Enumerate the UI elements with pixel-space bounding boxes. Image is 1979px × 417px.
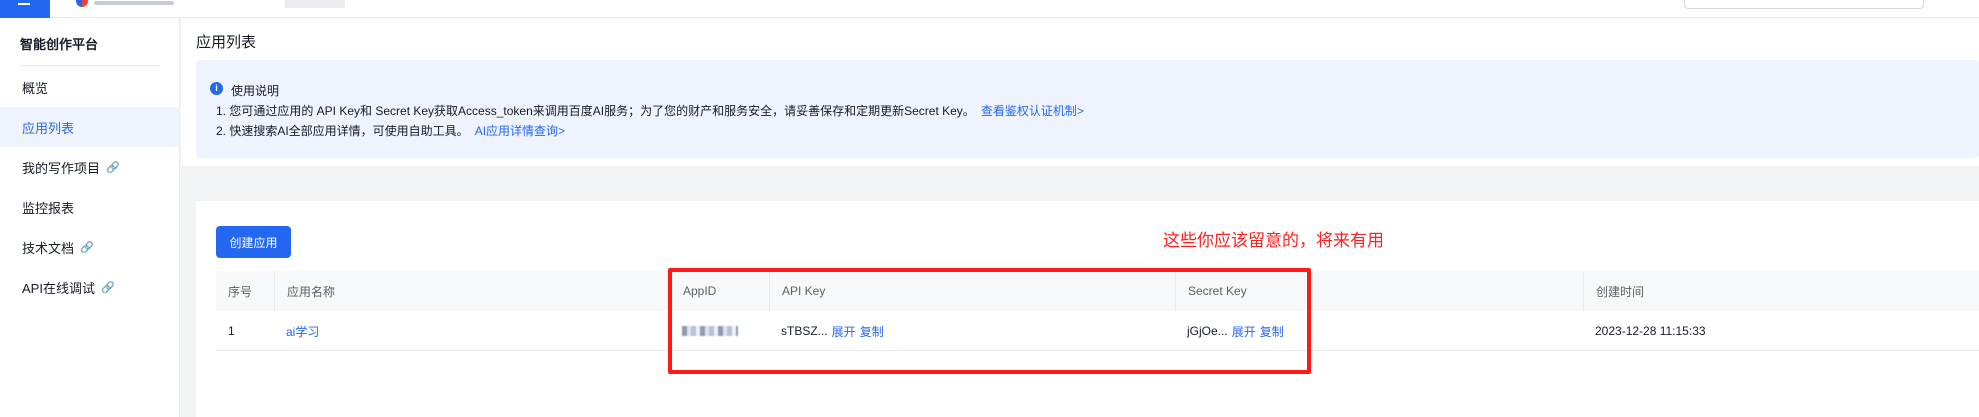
sidebar-item-label: 我的写作项目 <box>22 160 101 176</box>
logo-text <box>94 1 174 5</box>
annotation-text: 这些你应该留意的，将来有用 <box>1163 231 1384 251</box>
annotation-highlight-box <box>668 268 1311 374</box>
sidebar-item-api-debug[interactable]: API在线调试 🔗 <box>0 267 180 307</box>
sidebar-item-label: 概览 <box>22 80 49 96</box>
divider <box>20 65 160 66</box>
sidebar-item-label: 监控报表 <box>22 200 75 216</box>
sidebar-item-writing-projects[interactable]: 我的写作项目 🔗 <box>0 147 180 187</box>
sidebar-item-monitoring[interactable]: 监控报表 <box>0 187 180 227</box>
notice-text: 2. 快速搜索AI全部应用详情，可使用自助工具。 <box>216 124 469 138</box>
column-header: 应用名称 <box>274 271 670 311</box>
info-icon: i <box>210 82 223 95</box>
menu-button[interactable] <box>0 0 50 18</box>
notice-text: 1. 您可通过应用的 API Key和 Secret Key获取Access_t… <box>216 104 975 118</box>
notice-line-2: 2. 快速搜索AI全部应用详情，可使用自助工具。 AI应用详情查询> <box>216 122 565 139</box>
auth-doc-link[interactable]: 查看鉴权认证机制> <box>981 104 1084 118</box>
sidebar-item-app-list[interactable]: 应用列表 <box>0 107 180 147</box>
page-title: 应用列表 <box>196 34 257 51</box>
top-bar <box>0 0 1979 18</box>
notice-title: 使用说明 <box>231 84 280 98</box>
sidebar: 智能创作平台 概览 应用列表 我的写作项目 🔗 监控报表 技术文档 🔗 API在… <box>0 18 180 417</box>
search-input[interactable] <box>1684 0 1924 9</box>
column-header: 创建时间 <box>1583 271 1979 311</box>
external-link-icon: 🔗 <box>80 241 94 254</box>
external-link-icon: 🔗 <box>106 161 120 174</box>
app-query-link[interactable]: AI应用详情查询> <box>475 124 565 138</box>
sidebar-brand: 智能创作平台 <box>20 37 99 52</box>
sidebar-item-docs[interactable]: 技术文档 🔗 <box>0 227 180 267</box>
cell-created-time: 2023-12-28 11:15:33 <box>1595 324 1706 338</box>
usage-notice: i 使用说明 1. 您可通过应用的 API Key和 Secret Key获取A… <box>196 60 1979 158</box>
external-link-icon: 🔗 <box>100 281 115 294</box>
create-app-button[interactable]: 创建应用 <box>216 226 291 258</box>
sidebar-item-label: API在线调试 <box>22 280 95 296</box>
column-header: 序号 <box>228 284 253 299</box>
top-nav-tab[interactable] <box>285 0 345 8</box>
cell-index: 1 <box>228 324 235 338</box>
cell-app-name[interactable]: ai学习 <box>274 311 319 351</box>
logo[interactable] <box>76 0 176 7</box>
cloud-logo-icon <box>76 0 88 7</box>
sidebar-item-label: 技术文档 <box>22 240 75 256</box>
sidebar-item-overview[interactable]: 概览 <box>0 67 180 107</box>
notice-line-1: 1. 您可通过应用的 API Key和 Secret Key获取Access_t… <box>216 102 1084 119</box>
menu-icon <box>18 3 30 5</box>
sidebar-item-label: 应用列表 <box>22 120 75 136</box>
